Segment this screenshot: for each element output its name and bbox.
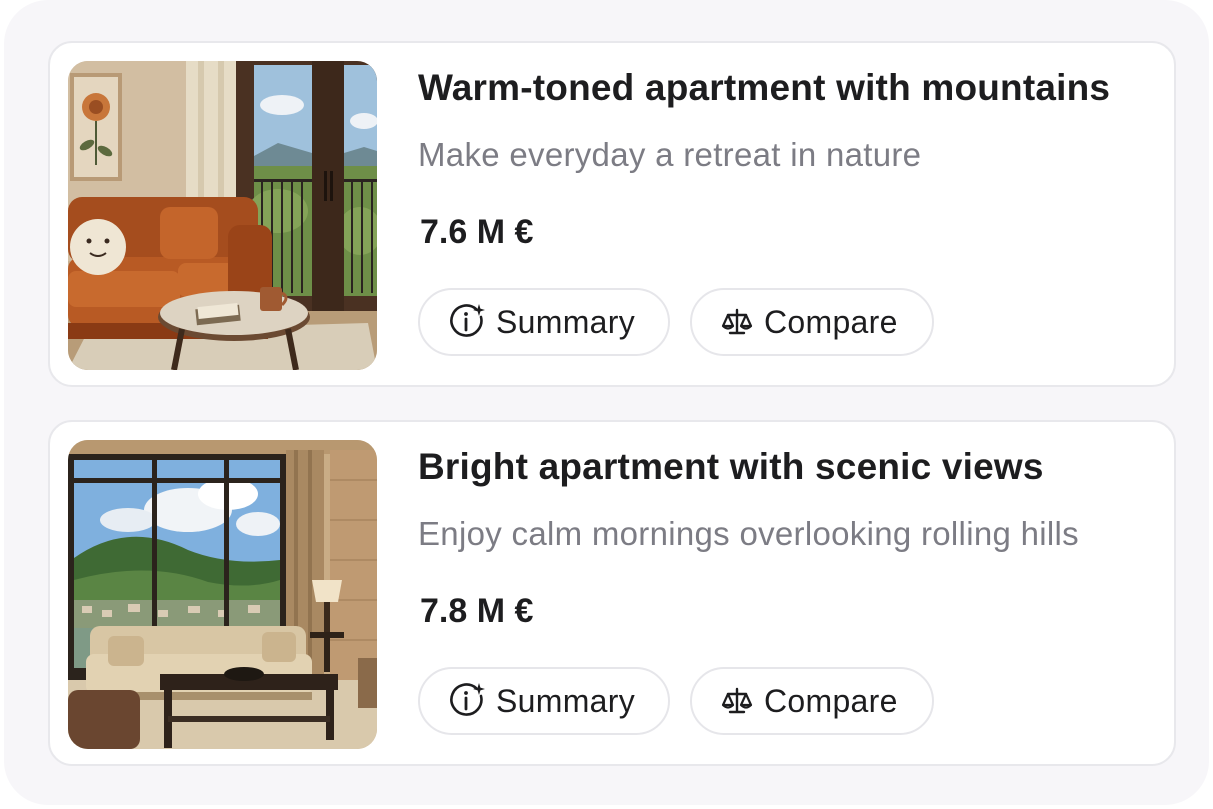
listing-title[interactable]: Bright apartment with scenic views — [418, 446, 1044, 488]
scale-icon — [720, 303, 754, 341]
compare-button-label: Compare — [764, 303, 898, 340]
listing-title[interactable]: Warm-toned apartment with mountains — [418, 67, 1110, 109]
listing-price: 7.8 M € — [420, 592, 534, 630]
compare-button-label: Compare — [764, 682, 898, 719]
compare-button[interactable]: Compare — [690, 288, 934, 356]
info-sparkle-icon — [448, 303, 486, 341]
listing-subtitle: Enjoy calm mornings overlooking rolling … — [418, 515, 1079, 552]
listing-subtitle: Make everyday a retreat in nature — [418, 136, 922, 173]
listings-panel: Warm-toned apartment with mountains Make… — [4, 0, 1209, 805]
summary-button[interactable]: Summary — [418, 288, 670, 356]
info-sparkle-icon — [448, 682, 486, 720]
listing-price: 7.6 M € — [420, 213, 534, 251]
summary-button-label: Summary — [496, 682, 636, 719]
summary-button[interactable]: Summary — [418, 667, 670, 735]
listing-card[interactable]: Warm-toned apartment with mountains Make… — [48, 41, 1176, 387]
listing-card[interactable]: Bright apartment with scenic views Enjoy… — [48, 420, 1176, 766]
listing-photo-living-room-hills[interactable] — [68, 440, 377, 749]
listing-photo-living-room-mountains[interactable] — [68, 61, 377, 370]
compare-button[interactable]: Compare — [690, 667, 934, 735]
summary-button-label: Summary — [496, 303, 636, 340]
scale-icon — [720, 682, 754, 720]
